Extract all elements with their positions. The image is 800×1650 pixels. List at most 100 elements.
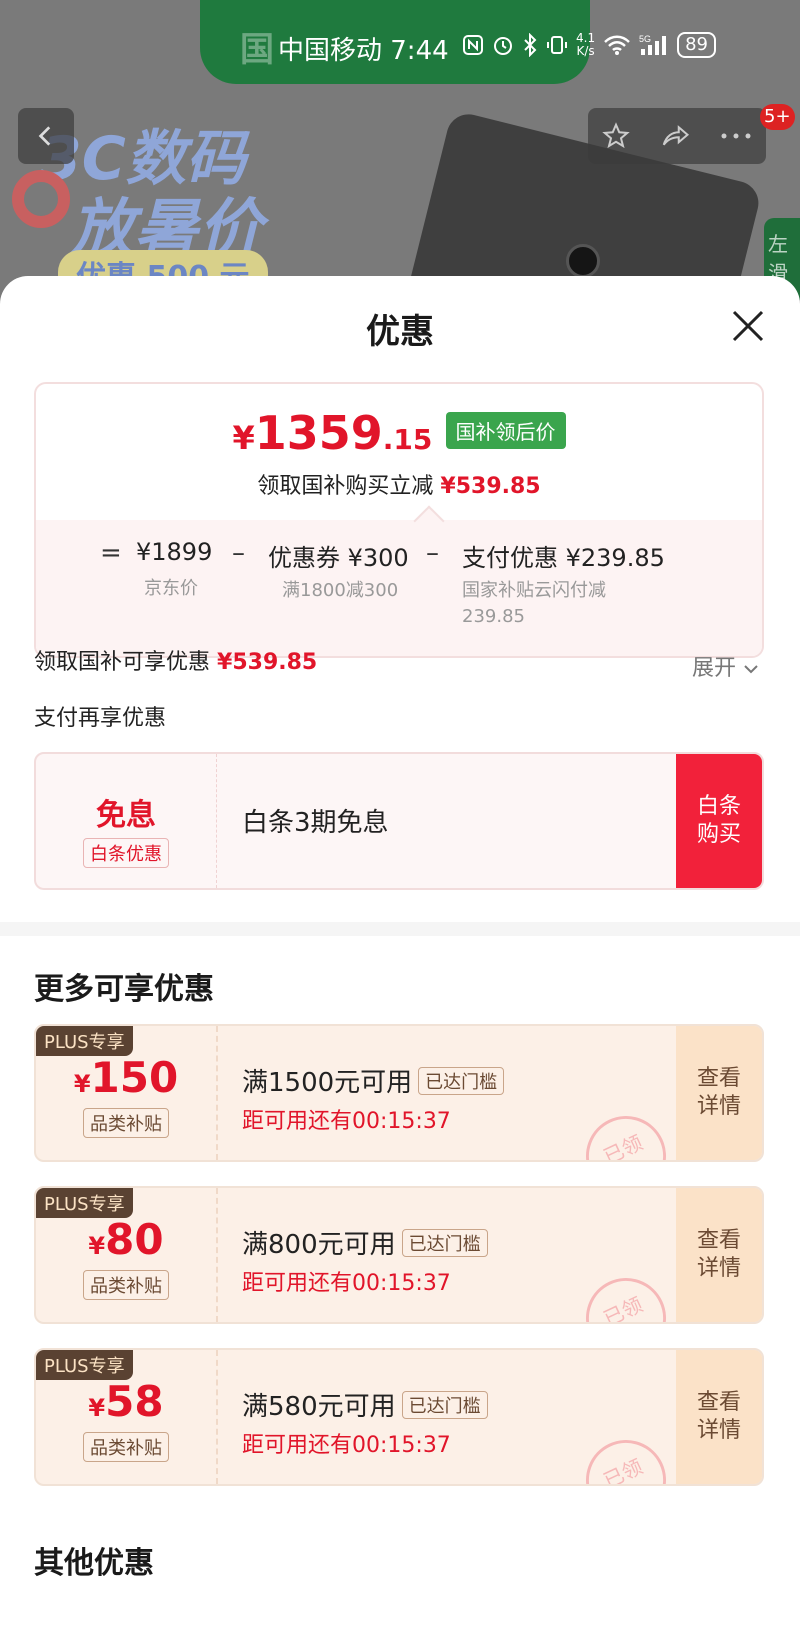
payment-discount: 支付优惠 ¥239.85 <box>462 544 665 572</box>
vibrate-icon <box>547 36 567 54</box>
bluetooth-icon <box>524 33 537 57</box>
expand-button[interactable]: 展开 <box>692 650 759 682</box>
baitiao-tag: 白条优惠 <box>83 838 169 868</box>
plus-badge: PLUS专享 <box>36 1188 133 1218</box>
status-icons: 4.1 K/s 5G 89 <box>462 32 716 58</box>
minus-sign-1: – <box>232 538 245 568</box>
coupon-yen: ¥ <box>73 1070 91 1098</box>
equals-sign: = <box>100 538 122 568</box>
baitiao-card[interactable]: 免息 白条优惠 白条3期免息 白条 购买 <box>34 752 764 890</box>
plus-badge: PLUS专享 <box>36 1026 133 1056</box>
coupon-condition: 满580元可用 <box>242 1392 396 1422</box>
battery-indicator: 89 <box>677 32 716 58</box>
detail-line-1: 查看 <box>696 1228 741 1253</box>
payment-note-2: 239.85 <box>462 606 525 627</box>
coupon-yen: ¥ <box>88 1232 106 1260</box>
price-tag: 国补领后价 <box>445 412 566 449</box>
coupon-card[interactable]: ¥80 品类补贴 PLUS专享 满800元可用 已达门槛 距可用还有00:15:3… <box>34 1186 764 1324</box>
chevron-down-icon <box>744 665 758 674</box>
savings-amount: ¥539.85 <box>440 474 541 499</box>
price-integer: 1359 <box>254 406 383 460</box>
coupon-timer: 距可用还有00:15:37 <box>242 1433 451 1458</box>
price-yen: ¥ <box>232 419 255 457</box>
chevron-left-icon <box>38 126 51 146</box>
subsidy-label: 领取国补可享优惠 <box>34 650 211 675</box>
threshold-reached-tag: 已达门槛 <box>401 1229 488 1257</box>
final-price: ¥1359.15 国补领后价 <box>36 406 762 460</box>
final-price-card: ¥1359.15 国补领后价 领取国补购买立减 ¥539.85 = ¥1899 … <box>34 382 764 658</box>
detail-line-2: 详情 <box>696 1094 741 1119</box>
minus-sign-2: – <box>426 538 439 568</box>
interest-free-label: 免息 <box>96 798 156 833</box>
top-action-group <box>588 108 766 164</box>
coupon-card[interactable]: ¥58 品类补贴 PLUS专享 满580元可用 已达门槛 距可用还有00:15:3… <box>34 1348 764 1486</box>
coupon-category: 品类补贴 <box>83 1432 169 1462</box>
back-button[interactable] <box>18 108 74 164</box>
discount-sheet: 优惠 ¥1359.15 国补领后价 领取国补购买立减 ¥539.85 = ¥18… <box>0 276 800 1650</box>
more-offers-title: 更多可享优惠 <box>34 972 214 1007</box>
coupon-info: 满800元可用 已达门槛 距可用还有00:15:37 <box>242 1224 488 1297</box>
wifi-icon <box>604 35 630 55</box>
status-bar: 中国移动 7:44 4.1 K/s 5G 89 <box>0 26 800 66</box>
jd-price: ¥1899 <box>136 538 213 566</box>
carrier-time: 中国移动 7:44 <box>278 36 449 66</box>
coupon-value: ¥150 <box>36 1054 216 1108</box>
coupon-value-number: 80 <box>105 1215 164 1264</box>
baitiao-buy-line-2: 购买 <box>696 822 741 847</box>
baitiao-buy-line-1: 白条 <box>696 794 741 819</box>
claimed-stamp: 已领 <box>572 1264 680 1322</box>
detail-line-2: 详情 <box>696 1256 741 1281</box>
subsidy-row: 领取国补可享优惠 ¥539.85 <box>34 644 317 676</box>
more-icon[interactable] <box>719 131 753 141</box>
product-camera <box>566 244 600 278</box>
signal-icon: 5G <box>639 34 667 55</box>
savings-label: 领取国补购买立减 <box>257 474 434 499</box>
payment-note-1: 国家补贴云闪付减 <box>462 580 606 601</box>
coupon-info: 满1500元可用 已达门槛 距可用还有00:15:37 <box>242 1062 505 1135</box>
price-breakdown: = ¥1899 京东价 – 优惠券 ¥300 满1800减300 – 支付优惠 … <box>36 520 762 656</box>
baitiao-buy-button[interactable]: 白条 购买 <box>676 754 762 888</box>
star-icon[interactable] <box>601 121 631 151</box>
coupon-info: 满580元可用 已达门槛 距可用还有00:15:37 <box>242 1386 488 1459</box>
coupon-category: 品类补贴 <box>83 1270 169 1300</box>
coupon-value: ¥80 <box>36 1216 216 1270</box>
coupon-category: 品类补贴 <box>83 1108 169 1138</box>
coupon-amount: 优惠券 ¥300 <box>268 544 409 572</box>
detail-line-1: 查看 <box>696 1066 741 1091</box>
baitiao-badge: 免息 白条优惠 <box>36 754 217 888</box>
coupon-value: ¥58 <box>36 1378 216 1432</box>
coupon-condition: 满800元可用 <box>242 1230 396 1260</box>
sheet-title: 优惠 <box>366 312 434 352</box>
price-savings: 领取国补购买立减 ¥539.85 <box>36 468 762 500</box>
coupon-value-number: 150 <box>90 1053 179 1102</box>
coupon-detail-button[interactable]: 查看 详情 <box>676 1350 762 1484</box>
jd-price-label: 京东价 <box>144 578 198 599</box>
threshold-reached-tag: 已达门槛 <box>401 1391 488 1419</box>
alarm-icon <box>494 37 512 55</box>
price-decimal: .15 <box>382 423 433 456</box>
coupon-timer: 距可用还有00:15:37 <box>242 1271 451 1296</box>
expand-label: 展开 <box>692 656 737 681</box>
detail-line-2: 详情 <box>696 1418 741 1443</box>
pay-section-label: 支付再享优惠 <box>34 706 167 731</box>
message-badge: 5+ <box>760 104 795 130</box>
coupon-card[interactable]: ¥150 品类补贴 PLUS专享 满1500元可用 已达门槛 距可用还有00:15… <box>34 1024 764 1162</box>
float-ring-image <box>12 170 70 228</box>
plus-badge: PLUS专享 <box>36 1350 133 1380</box>
svg-text:5G: 5G <box>639 34 651 44</box>
coupon-detail-button[interactable]: 查看 详情 <box>676 1188 762 1322</box>
other-offers-title: 其他优惠 <box>34 1546 154 1581</box>
subsidy-amount: ¥539.85 <box>217 650 318 675</box>
nfc-icon <box>463 35 483 55</box>
coupon-yen: ¥ <box>88 1394 106 1422</box>
network-speed: 4.1 K/s <box>576 31 596 58</box>
detail-line-1: 查看 <box>696 1390 741 1415</box>
share-icon[interactable] <box>658 121 692 151</box>
claimed-stamp: 已领 <box>572 1102 680 1160</box>
coupon-detail-button[interactable]: 查看 详情 <box>676 1026 762 1160</box>
close-icon[interactable] <box>726 304 770 348</box>
coupon-note: 满1800减300 <box>282 580 399 601</box>
coupon-timer: 距可用还有00:15:37 <box>242 1109 451 1134</box>
section-divider <box>0 922 800 936</box>
coupon-value-number: 58 <box>105 1377 164 1426</box>
